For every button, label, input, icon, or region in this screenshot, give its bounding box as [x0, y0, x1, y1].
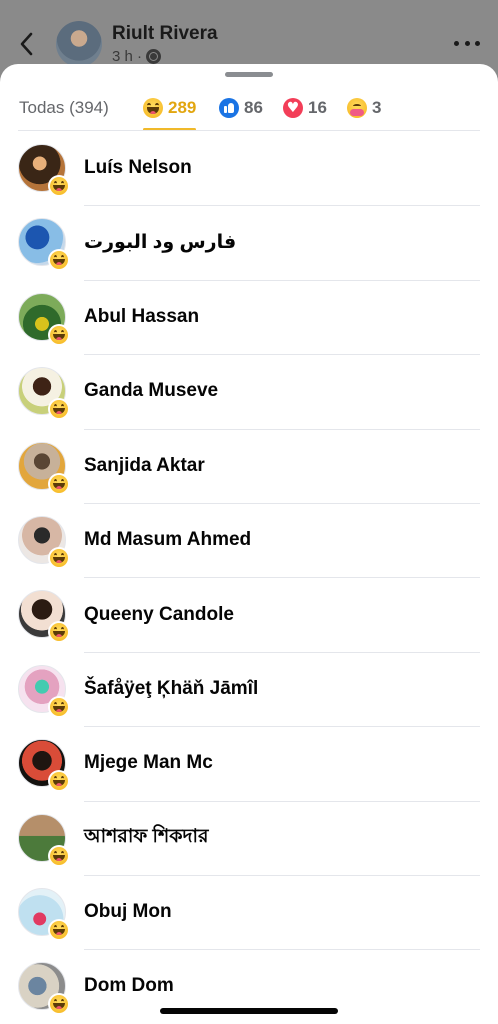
tab-love-count: 16: [308, 98, 327, 117]
haha-reaction-icon: [50, 995, 68, 1014]
post-meta: 3 h ·: [112, 48, 162, 65]
reaction-badge: [48, 695, 70, 718]
love-reaction-icon: [283, 98, 303, 118]
haha-reaction-icon: [50, 474, 68, 493]
avatar-wrap[interactable]: [18, 218, 70, 272]
haha-reaction-icon: [50, 697, 68, 716]
list-item[interactable]: Sanjida Aktar: [0, 428, 498, 503]
haha-reaction-icon: [50, 251, 68, 270]
haha-reaction-icon: [50, 846, 68, 865]
reactions-sheet: Todas (394) 289 86 16 3 Luís Nelson فارس …: [0, 64, 498, 1024]
reaction-badge: [48, 323, 70, 346]
reaction-badge: [48, 621, 70, 644]
person-name[interactable]: Md Masum Ahmed: [84, 529, 251, 551]
author-name[interactable]: Riult Rivera: [112, 23, 218, 45]
avatar-wrap[interactable]: [18, 515, 70, 569]
avatar-wrap[interactable]: [18, 292, 70, 346]
person-name[interactable]: Šafåÿeţ Ķhäň Jāmîl: [84, 678, 258, 700]
avatar-wrap[interactable]: [18, 962, 70, 1016]
reaction-badge: [48, 918, 70, 941]
tab-all[interactable]: Todas (394): [19, 86, 109, 130]
tab-care-count: 3: [372, 98, 382, 117]
reaction-badge: [48, 770, 70, 793]
haha-reaction-icon: [50, 548, 68, 567]
dot-icon: [475, 40, 480, 46]
globe-icon: [146, 49, 162, 64]
tab-like-count: 86: [244, 98, 263, 117]
person-name[interactable]: Luís Nelson: [84, 157, 192, 179]
list-item[interactable]: فارس ود البورت: [0, 205, 498, 279]
dot-icon: [464, 40, 470, 46]
person-name[interactable]: Mjege Man Mc: [84, 752, 213, 774]
list-item[interactable]: Abul Hassan: [0, 279, 498, 354]
avatar-wrap[interactable]: [18, 664, 70, 718]
list-item[interactable]: Luís Nelson: [0, 131, 498, 205]
person-name[interactable]: Sanjida Aktar: [84, 455, 205, 477]
post-time: 3 h ·: [112, 48, 143, 65]
reaction-badge: [48, 175, 70, 197]
reaction-badge: [48, 249, 70, 272]
more-options-button[interactable]: [454, 30, 480, 56]
person-name[interactable]: فارس ود البورت: [84, 231, 236, 254]
haha-reaction-icon: [50, 920, 68, 939]
tab-like[interactable]: 86: [219, 86, 263, 130]
haha-reaction-icon: [50, 623, 68, 642]
tab-all-label: Todas (394): [19, 98, 109, 117]
reaction-tabs: Todas (394) 289 86 16 3: [0, 86, 498, 131]
tab-love[interactable]: 16: [283, 86, 327, 130]
haha-reaction-icon: [50, 177, 68, 195]
sheet-grabber[interactable]: [225, 72, 273, 77]
list-item[interactable]: Šafåÿeţ Ķhäň Jāmîl: [0, 651, 498, 726]
person-name[interactable]: Obuj Mon: [84, 901, 172, 923]
list-item[interactable]: Queeny Candole: [0, 577, 498, 651]
reaction-badge: [48, 993, 70, 1016]
back-button[interactable]: [14, 28, 42, 60]
haha-reaction-icon: [50, 400, 68, 419]
person-name[interactable]: Abul Hassan: [84, 306, 199, 328]
avatar-wrap[interactable]: [18, 441, 70, 495]
haha-reaction-icon: [50, 772, 68, 791]
haha-reaction-icon: [50, 325, 68, 344]
person-name[interactable]: Dom Dom: [84, 975, 174, 997]
avatar-wrap[interactable]: [18, 144, 70, 197]
reaction-badge: [48, 472, 70, 495]
avatar-wrap[interactable]: [18, 590, 70, 644]
list-item[interactable]: Obuj Mon: [0, 874, 498, 949]
tab-haha-count: 289: [168, 98, 197, 117]
tab-care[interactable]: 3: [347, 86, 381, 130]
list-item[interactable]: Mjege Man Mc: [0, 726, 498, 800]
list-item[interactable]: Ganda Museve: [0, 354, 498, 428]
home-indicator[interactable]: [160, 1008, 338, 1014]
chevron-left-icon: [20, 32, 33, 56]
like-reaction-icon: [219, 98, 239, 118]
list-item[interactable]: Md Masum Ahmed: [0, 502, 498, 577]
reactor-list: Luís Nelson فارس ود البورت Abul Hassan Gand…: [0, 131, 498, 1024]
avatar-wrap[interactable]: [18, 813, 70, 867]
avatar-wrap[interactable]: [18, 367, 70, 421]
haha-reaction-icon: [143, 98, 163, 118]
person-name[interactable]: আশরাফ শিকদার: [84, 822, 208, 854]
author-avatar[interactable]: [56, 21, 102, 67]
tab-haha[interactable]: 289: [143, 86, 197, 131]
reaction-badge: [48, 546, 70, 569]
person-name[interactable]: Queeny Candole: [84, 604, 234, 626]
care-reaction-icon: [347, 98, 367, 118]
person-name[interactable]: Ganda Museve: [84, 380, 218, 402]
dot-icon: [454, 40, 459, 46]
reaction-badge: [48, 844, 70, 867]
avatar-wrap[interactable]: [18, 887, 70, 941]
reaction-badge: [48, 398, 70, 421]
avatar-wrap[interactable]: [18, 739, 70, 793]
list-item[interactable]: আশরাফ শিকদার: [0, 800, 498, 875]
